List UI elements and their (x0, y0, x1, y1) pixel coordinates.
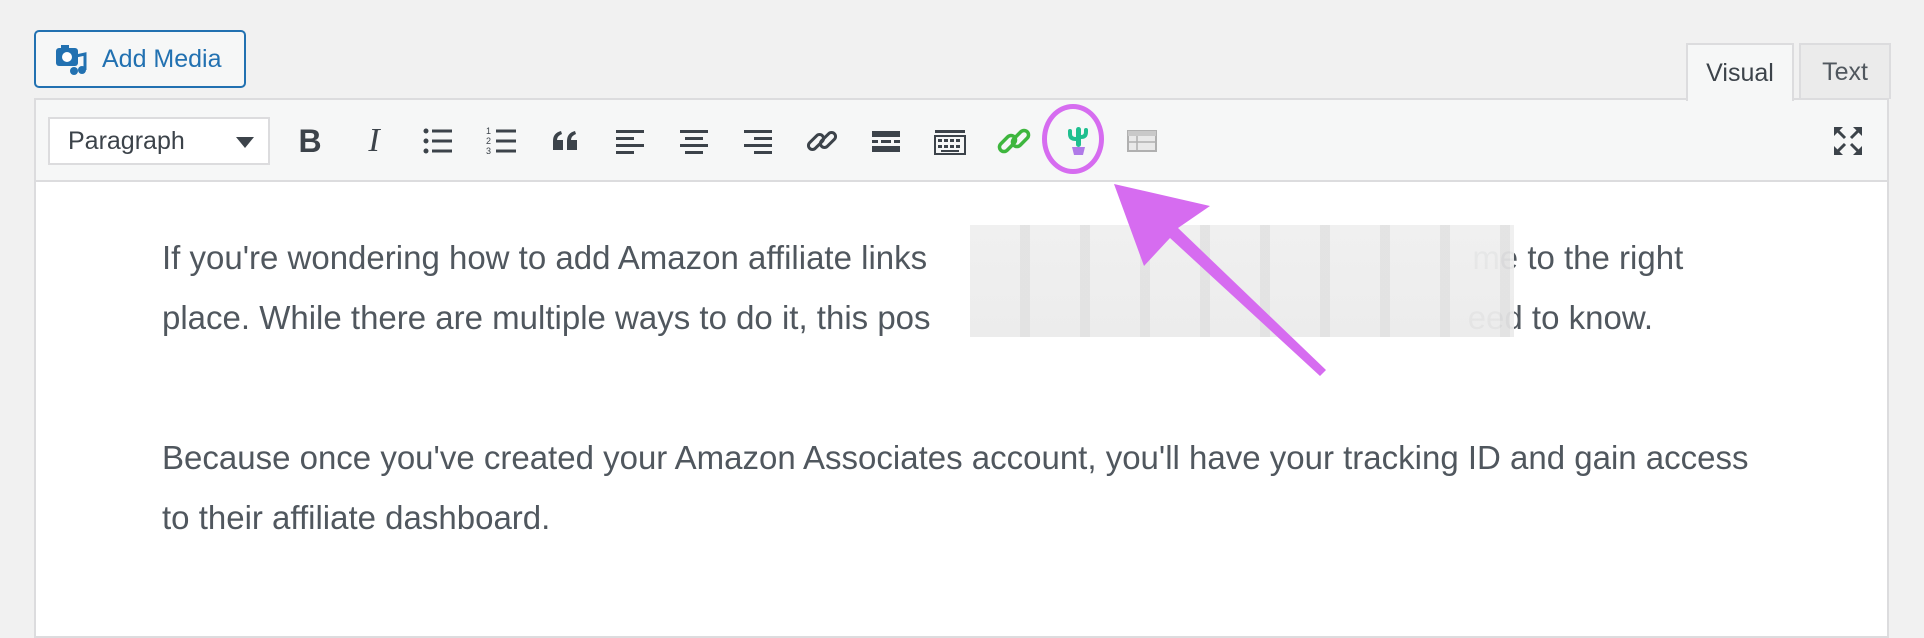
bold-button[interactable]: B (286, 117, 334, 165)
format-select[interactable]: Paragraph (48, 117, 270, 165)
editor: Paragraph B I 1 2 3 If you're wondering … (34, 98, 1889, 638)
pointer-arrow (1114, 184, 1326, 376)
chevron-down-icon (236, 137, 254, 148)
align-right-button[interactable] (734, 117, 782, 165)
add-media-label: Add Media (102, 44, 222, 73)
numbered-list-button[interactable]: 1 2 3 (478, 117, 526, 165)
add-media-button[interactable]: Add Media (34, 30, 246, 88)
align-left-button[interactable] (606, 117, 654, 165)
align-left-icon (616, 130, 644, 154)
align-right-icon (744, 130, 772, 154)
paragraph-1-part-a: If you're wondering how to add Amazon af… (162, 239, 928, 276)
align-center-button[interactable] (670, 117, 718, 165)
align-center-icon (680, 130, 708, 154)
toolbar-toggle-icon (934, 130, 966, 155)
bold-icon: B (298, 122, 322, 159)
blockquote-icon (553, 131, 577, 150)
read-more-icon (872, 131, 900, 152)
green-link-icon (997, 128, 1031, 154)
editor-content[interactable]: If you're wondering how to add Amazon af… (162, 228, 1762, 628)
numbered-list-icon: 1 2 3 (486, 126, 516, 156)
table-icon (1127, 130, 1157, 152)
highlight-circle (1042, 104, 1104, 174)
tab-visual[interactable]: Visual (1686, 43, 1794, 101)
link-button[interactable] (798, 117, 846, 165)
format-select-value: Paragraph (68, 126, 185, 155)
paragraph-1-part-c: place. While there are multiple ways to … (162, 299, 931, 336)
read-more-button[interactable] (862, 117, 910, 165)
bullet-list-button[interactable] (414, 117, 462, 165)
paragraph-1: If you're wondering how to add Amazon af… (162, 228, 1762, 348)
tab-text[interactable]: Text (1799, 43, 1891, 99)
italic-button[interactable]: I (350, 117, 398, 165)
toolbar-toggle-button[interactable] (926, 117, 974, 165)
fullscreen-icon (1834, 127, 1862, 155)
svg-text:3: 3 (486, 146, 491, 156)
table-button[interactable] (1118, 117, 1166, 165)
svg-text:1: 1 (486, 126, 491, 136)
link-icon (806, 130, 838, 152)
affiliate-link-button[interactable] (990, 117, 1038, 165)
bullet-list-icon (423, 128, 452, 154)
italic-icon: I (368, 122, 380, 159)
svg-text:2: 2 (486, 136, 491, 146)
blockquote-button[interactable] (542, 117, 590, 165)
paragraph-2: Because once you've created your Amazon … (162, 439, 1749, 536)
editor-toolbar: Paragraph B I 1 2 3 (36, 100, 1887, 182)
fullscreen-button[interactable] (1824, 117, 1872, 165)
camera-music-icon (56, 45, 87, 75)
